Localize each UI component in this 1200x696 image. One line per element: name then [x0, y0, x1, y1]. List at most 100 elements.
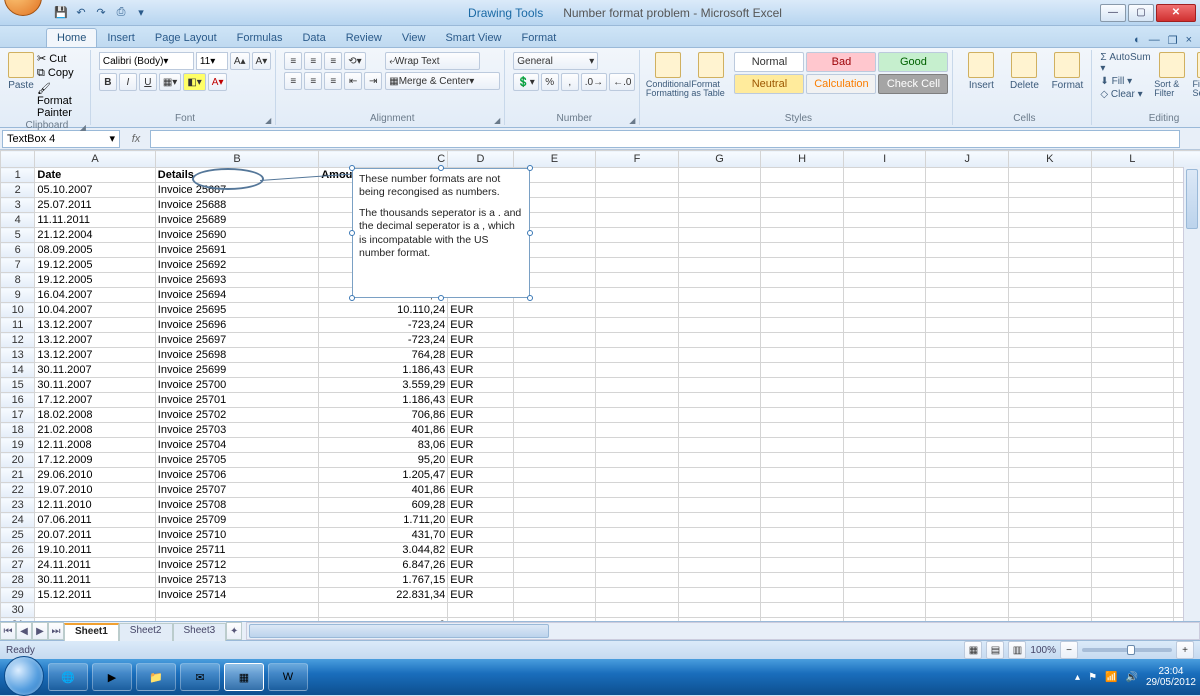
cell[interactable]: [1008, 258, 1091, 273]
cell[interactable]: Invoice 25691: [155, 243, 318, 258]
cell[interactable]: [761, 228, 844, 243]
taskbar-explorer-icon[interactable]: 📁: [136, 663, 176, 691]
undo-icon[interactable]: ↶: [72, 4, 90, 22]
cell[interactable]: [1091, 333, 1174, 348]
column-header[interactable]: M: [1174, 151, 1200, 168]
find-select-button[interactable]: Find & Select: [1192, 52, 1200, 100]
style-neutral[interactable]: Neutral: [734, 74, 804, 94]
sheet-tab-sheet1[interactable]: Sheet1: [64, 623, 119, 641]
cell[interactable]: [1008, 318, 1091, 333]
cell[interactable]: 19.12.2005: [35, 273, 155, 288]
cell[interactable]: [1008, 558, 1091, 573]
align-center-icon[interactable]: ≡: [304, 72, 322, 90]
cell[interactable]: [1091, 528, 1174, 543]
row-header[interactable]: 29: [1, 588, 35, 603]
cell[interactable]: [513, 483, 596, 498]
cell[interactable]: [926, 483, 1009, 498]
row-header[interactable]: 17: [1, 408, 35, 423]
cell[interactable]: [843, 183, 926, 198]
cell[interactable]: [761, 213, 844, 228]
cell[interactable]: [678, 513, 761, 528]
tab-page-layout[interactable]: Page Layout: [145, 29, 227, 47]
cell[interactable]: [513, 423, 596, 438]
column-header[interactable]: E: [513, 151, 596, 168]
cell[interactable]: [926, 408, 1009, 423]
tray-volume-icon[interactable]: 🔊: [1125, 672, 1137, 683]
tab-home[interactable]: Home: [46, 28, 97, 47]
cell[interactable]: 30.11.2011: [35, 573, 155, 588]
cell[interactable]: 764,28: [319, 348, 448, 363]
row-header[interactable]: 31: [1, 618, 35, 623]
cut-button[interactable]: ✂ Cut: [37, 52, 66, 65]
cell[interactable]: [596, 468, 679, 483]
cell[interactable]: [513, 573, 596, 588]
resize-handle[interactable]: [349, 230, 355, 236]
font-color-button[interactable]: A▾: [208, 73, 228, 91]
cell[interactable]: 07.06.2011: [35, 513, 155, 528]
redo-icon[interactable]: ↷: [92, 4, 110, 22]
cell[interactable]: [513, 528, 596, 543]
tab-data[interactable]: Data: [292, 29, 335, 47]
row-header[interactable]: 28: [1, 573, 35, 588]
cell[interactable]: [843, 468, 926, 483]
cell[interactable]: Invoice 25689: [155, 213, 318, 228]
cell[interactable]: [761, 243, 844, 258]
cell[interactable]: 17.12.2009: [35, 453, 155, 468]
column-header[interactable]: L: [1091, 151, 1174, 168]
cell[interactable]: [1008, 423, 1091, 438]
cell[interactable]: [596, 393, 679, 408]
cell[interactable]: EUR: [448, 348, 513, 363]
cell[interactable]: [843, 213, 926, 228]
cell[interactable]: [761, 603, 844, 618]
tab-review[interactable]: Review: [336, 29, 392, 47]
row-header[interactable]: 13: [1, 348, 35, 363]
cell[interactable]: [513, 303, 596, 318]
cell[interactable]: [596, 603, 679, 618]
cell[interactable]: [761, 408, 844, 423]
row-header[interactable]: 4: [1, 213, 35, 228]
cell[interactable]: [678, 558, 761, 573]
scrollbar-thumb[interactable]: [1186, 169, 1198, 229]
cell[interactable]: [1008, 513, 1091, 528]
cell[interactable]: [596, 243, 679, 258]
cell[interactable]: [35, 618, 155, 623]
cell[interactable]: [1091, 453, 1174, 468]
cell[interactable]: 19.12.2005: [35, 258, 155, 273]
cell[interactable]: [678, 603, 761, 618]
cell[interactable]: [596, 528, 679, 543]
cell[interactable]: [678, 408, 761, 423]
cell[interactable]: [843, 588, 926, 603]
row-header[interactable]: 3: [1, 198, 35, 213]
cell[interactable]: [678, 468, 761, 483]
format-cells-button[interactable]: Format: [1047, 52, 1087, 91]
zoom-out-icon[interactable]: −: [1060, 641, 1078, 659]
cell[interactable]: [596, 258, 679, 273]
cell[interactable]: [761, 303, 844, 318]
cell[interactable]: [678, 423, 761, 438]
cell[interactable]: [596, 483, 679, 498]
cell[interactable]: [761, 288, 844, 303]
cell[interactable]: [678, 258, 761, 273]
chevron-down-icon[interactable]: ▾: [109, 132, 115, 145]
row-header[interactable]: 11: [1, 318, 35, 333]
cell[interactable]: [513, 558, 596, 573]
cell[interactable]: 21.12.2004: [35, 228, 155, 243]
cell[interactable]: [761, 363, 844, 378]
cell[interactable]: [843, 378, 926, 393]
cell[interactable]: EUR: [448, 588, 513, 603]
sheet-nav-last-icon[interactable]: ⏭: [48, 622, 64, 640]
cell[interactable]: EUR: [448, 303, 513, 318]
cell[interactable]: 401,86: [319, 423, 448, 438]
row-header[interactable]: 15: [1, 378, 35, 393]
cell[interactable]: [926, 228, 1009, 243]
cell[interactable]: 609,28: [319, 498, 448, 513]
cell[interactable]: 30.11.2007: [35, 378, 155, 393]
cell[interactable]: EUR: [448, 498, 513, 513]
cell[interactable]: [843, 333, 926, 348]
cell[interactable]: [1008, 483, 1091, 498]
cell[interactable]: [678, 573, 761, 588]
cell[interactable]: [843, 528, 926, 543]
cell[interactable]: [155, 603, 318, 618]
cell[interactable]: [926, 423, 1009, 438]
sheet-nav-first-icon[interactable]: ⏮: [0, 622, 16, 640]
